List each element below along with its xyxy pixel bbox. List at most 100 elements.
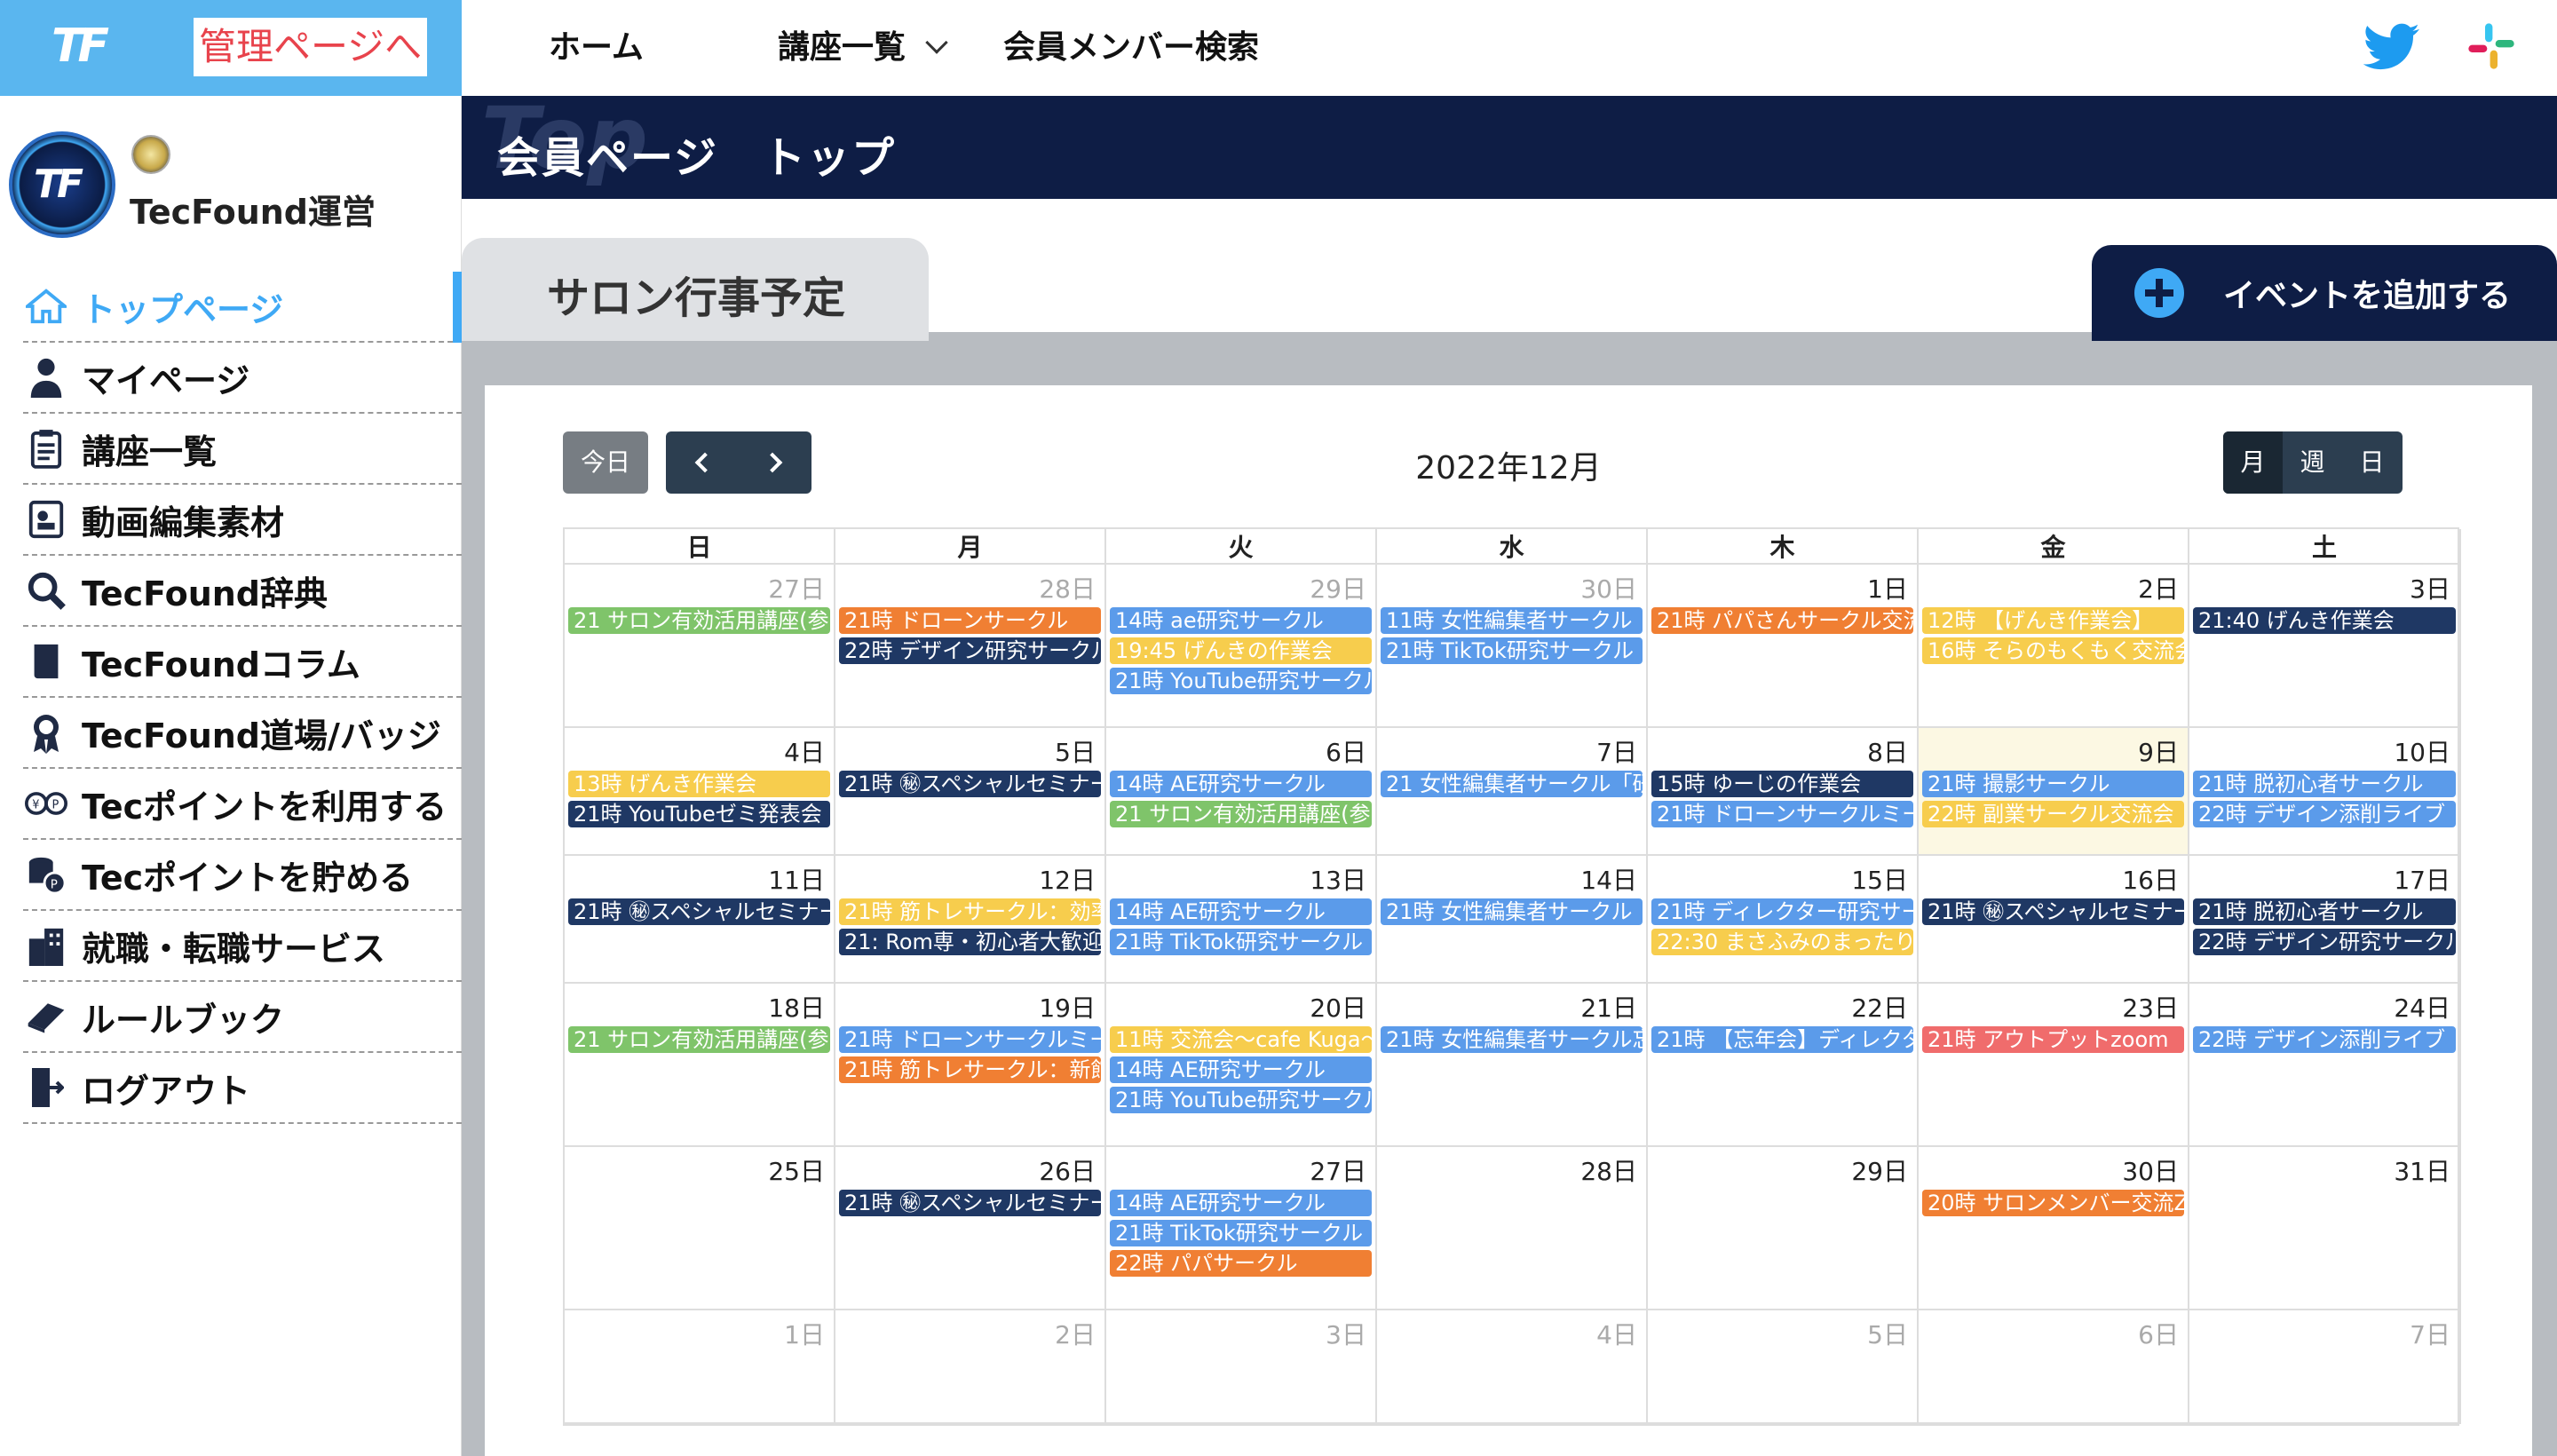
calendar-event[interactable]: 21時 YouTube研究サークル xyxy=(1110,1087,1372,1113)
day-cell[interactable]: 26日 21時 ㊙スペシャルセミナー xyxy=(835,1147,1106,1310)
day-number[interactable]: 14日 xyxy=(1580,861,1637,897)
day-cell[interactable]: 28日 21時 ドローンサークル 22時 デザイン研究サークル xyxy=(835,565,1106,728)
day-number[interactable]: 30日 xyxy=(1580,570,1637,605)
day-number[interactable]: 26日 xyxy=(1039,1152,1096,1188)
day-cell[interactable]: 25日 xyxy=(565,1147,835,1310)
day-cell[interactable]: 2日 12時 【げんき作業会】 16時 そらのもくもく交流会 xyxy=(1919,565,2189,728)
day-cell[interactable]: 11日 21時 ㊙スペシャルセミナー xyxy=(565,856,835,984)
calendar-event[interactable]: 21時 ㊙スペシャルセミナー xyxy=(568,898,830,925)
calendar-event[interactable]: 21 サロン有効活用講座(参 xyxy=(568,1026,830,1053)
sidebar-item-1[interactable]: トップページ xyxy=(23,272,462,343)
day-number[interactable]: 15日 xyxy=(1851,861,1908,897)
day-number[interactable]: 2日 xyxy=(1055,1316,1096,1351)
calendar-event[interactable]: 21時 筋トレサークル：新館 xyxy=(839,1056,1101,1083)
calendar-event[interactable]: 21時 YouTubeゼミ発表会 xyxy=(568,801,830,827)
calendar-event[interactable]: 12時 【げんき作業会】 xyxy=(1922,607,2184,634)
day-cell[interactable]: 29日 14時 ae研究サークル 19:45 げんきの作業会 21時 YouTube研… xyxy=(1106,565,1377,728)
day-cell[interactable]: 1日 xyxy=(565,1310,835,1424)
sidebar-item-3[interactable]: 講座一覧 xyxy=(23,414,462,485)
calendar-event[interactable]: 20時 サロンメンバー交流Zo xyxy=(1922,1190,2184,1216)
nav-home[interactable]: ホーム xyxy=(549,0,644,96)
day-number[interactable]: 11日 xyxy=(768,861,825,897)
day-number[interactable]: 2日 xyxy=(2138,570,2179,605)
calendar-event[interactable]: 21時 女性編集者サークル忘 xyxy=(1381,1026,1643,1053)
calendar-event[interactable]: 14時 ae研究サークル xyxy=(1110,607,1372,634)
day-cell[interactable]: 21日 21時 女性編集者サークル忘 xyxy=(1377,984,1648,1147)
avatar[interactable]: TF xyxy=(9,131,115,238)
nav-member-search[interactable]: 会員メンバー検索 xyxy=(1003,0,1259,96)
slack-icon[interactable] xyxy=(2466,21,2516,71)
day-number[interactable]: 27日 xyxy=(768,570,825,605)
day-number[interactable]: 22日 xyxy=(1851,989,1908,1025)
calendar-event[interactable]: 21時 YouTube研究サークル xyxy=(1110,668,1372,694)
day-number[interactable]: 21日 xyxy=(1580,989,1637,1025)
day-cell[interactable]: 31日 xyxy=(2189,1147,2461,1310)
twitter-icon[interactable] xyxy=(2363,21,2420,73)
calendar-event[interactable]: 21時 撮影サークル xyxy=(1922,771,2184,797)
sidebar-item-8[interactable]: ¥ P Tecポイントを利用する xyxy=(23,769,462,840)
day-number[interactable]: 29日 xyxy=(1851,1152,1908,1188)
calendar-event[interactable]: 22時 副業サークル交流会 xyxy=(1922,801,2184,827)
day-cell[interactable]: 27日 14時 AE研究サークル 21時 TikTok研究サークル 22時 パパサーク… xyxy=(1106,1147,1377,1310)
day-number[interactable]: 7日 xyxy=(1596,733,1637,769)
day-cell[interactable]: 24日 22時 デザイン添削ライブ xyxy=(2189,984,2461,1147)
day-number[interactable]: 4日 xyxy=(1596,1316,1637,1351)
calendar-event[interactable]: 21時 ㊙スペシャルセミナー xyxy=(839,771,1101,797)
day-cell[interactable]: 14日 21時 女性編集者サークル xyxy=(1377,856,1648,984)
day-cell[interactable]: 2日 xyxy=(835,1310,1106,1424)
day-cell[interactable]: 20日 11時 交流会〜cafe Kuga〜 14時 AE研究サークル 21時 You… xyxy=(1106,984,1377,1147)
sidebar-item-4[interactable]: 動画編集素材 xyxy=(23,485,462,556)
calendar-event[interactable]: 21時 ドローンサークル xyxy=(839,607,1101,634)
day-cell[interactable]: 28日 xyxy=(1377,1147,1648,1310)
day-cell[interactable]: 19日21時 ドローンサークルミーテ 21時 筋トレサークル：新館 xyxy=(835,984,1106,1147)
calendar-event[interactable]: 21時 女性編集者サークル xyxy=(1381,898,1643,925)
day-cell[interactable]: 4日 xyxy=(1377,1310,1648,1424)
day-cell[interactable]: 3日 21:40 げんき作業会 xyxy=(2189,565,2461,728)
calendar-event[interactable]: 21時 脱初心者サークル xyxy=(2193,771,2456,797)
sidebar-item-2[interactable]: マイページ xyxy=(23,343,462,414)
day-number[interactable]: 4日 xyxy=(784,733,825,769)
day-cell[interactable]: 16日 21時 ㊙スペシャルセミナー xyxy=(1919,856,2189,984)
day-number[interactable]: 24日 xyxy=(2394,989,2450,1025)
calendar-event[interactable]: 21 女性編集者サークル「研 xyxy=(1381,771,1643,797)
calendar-event[interactable]: 21時 パパさんサークル交流 xyxy=(1651,607,1913,634)
day-number[interactable]: 23日 xyxy=(2122,989,2179,1025)
calendar-event[interactable]: 14時 AE研究サークル xyxy=(1110,1190,1372,1216)
day-number[interactable]: 29日 xyxy=(1310,570,1366,605)
day-cell[interactable]: 17日 21時 脱初心者サークル 22時 デザイン研究サークル xyxy=(2189,856,2461,984)
calendar-event[interactable]: 22時 デザイン添削ライブ xyxy=(2193,801,2456,827)
calendar-event[interactable]: 21時 ㊙スペシャルセミナー xyxy=(839,1190,1101,1216)
day-cell[interactable]: 7日 21 女性編集者サークル「研 xyxy=(1377,728,1648,856)
calendar-event[interactable]: 14時 AE研究サークル xyxy=(1110,1056,1372,1083)
day-cell[interactable]: 23日 21時 アウトプットzoom ト xyxy=(1919,984,2189,1147)
calendar-event[interactable]: 21 サロン有効活用講座(参 xyxy=(568,607,830,634)
day-number[interactable]: 6日 xyxy=(1326,733,1366,769)
day-cell[interactable]: 18日 21 サロン有効活用講座(参 xyxy=(565,984,835,1147)
day-number[interactable]: 1日 xyxy=(784,1316,825,1351)
calendar-event[interactable]: 22時 パパサークル xyxy=(1110,1250,1372,1277)
day-number[interactable]: 19日 xyxy=(1039,989,1096,1025)
day-number[interactable]: 30日 xyxy=(2122,1152,2179,1188)
day-number[interactable]: 12日 xyxy=(1039,861,1096,897)
view-day-button[interactable]: 日 xyxy=(2342,431,2402,494)
day-number[interactable]: 3日 xyxy=(2410,570,2450,605)
calendar-event[interactable]: 11時 女性編集者サークル xyxy=(1381,607,1643,634)
day-cell[interactable]: 5日 xyxy=(1648,1310,1919,1424)
calendar-event[interactable]: 21時 【忘年会】ディレクター xyxy=(1651,1026,1913,1053)
day-cell[interactable]: 1日 21時 パパさんサークル交流 xyxy=(1648,565,1919,728)
day-number[interactable]: 8日 xyxy=(1867,733,1908,769)
sidebar-item-6[interactable]: TecFoundコラム xyxy=(23,627,462,698)
sidebar-item-5[interactable]: TecFound辞典 xyxy=(23,556,462,627)
calendar-event[interactable]: 21時 ディレクター研究サー xyxy=(1651,898,1913,925)
day-cell[interactable]: 29日 xyxy=(1648,1147,1919,1310)
day-cell[interactable]: 15日 21時 ディレクター研究サー 22:30 まさふみのまったりる xyxy=(1648,856,1919,984)
view-week-button[interactable]: 週 xyxy=(2283,431,2342,494)
add-event-button[interactable]: イベントを追加する xyxy=(2092,245,2557,341)
calendar-event[interactable]: 15時 ゆーじの作業会 xyxy=(1651,771,1913,797)
calendar-event[interactable]: 21時 TikTok研究サークル xyxy=(1110,929,1372,955)
day-cell[interactable]: 22日21時 【忘年会】ディレクター xyxy=(1648,984,1919,1147)
day-cell[interactable]: 8日15時 ゆーじの作業会 21時 ドローンサークルミーテ xyxy=(1648,728,1919,856)
calendar-event[interactable]: 21 サロン有効活用講座(参 xyxy=(1110,801,1372,827)
calendar-event[interactable]: 16時 そらのもくもく交流会 xyxy=(1922,637,2184,664)
day-cell[interactable]: 7日 xyxy=(2189,1310,2461,1424)
